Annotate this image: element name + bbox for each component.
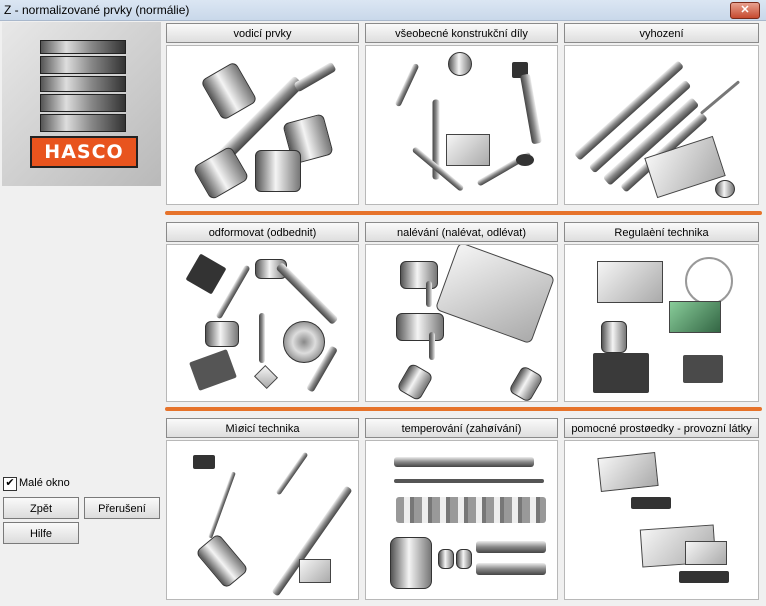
- hasco-logo: HASCO: [2, 22, 161, 186]
- help-button[interactable]: Hilfe: [3, 522, 79, 544]
- category-button-tempering[interactable]: temperování (zahøívání): [365, 418, 558, 438]
- small-window-label: Malé okno: [19, 477, 70, 489]
- window-title: Z - normalizované prvky (normálie): [4, 3, 190, 17]
- category-image-auxiliary-agents[interactable]: [564, 440, 759, 600]
- category-image-tempering[interactable]: [365, 440, 558, 600]
- category-image-guide-elements[interactable]: [166, 45, 359, 205]
- row-separator: [165, 407, 762, 411]
- category-image-measuring-technology[interactable]: [166, 440, 359, 600]
- category-button-guide-elements[interactable]: vodicí prvky: [166, 23, 359, 43]
- mold-icon: [40, 40, 126, 132]
- category-image-pouring[interactable]: [365, 244, 558, 402]
- category-image-demolding[interactable]: [166, 244, 359, 402]
- category-image-ejection[interactable]: [564, 45, 759, 205]
- category-button-ejection[interactable]: vyhození: [564, 23, 759, 43]
- category-image-construction-parts[interactable]: [365, 45, 558, 205]
- category-button-demolding[interactable]: odformovat (odbednit): [166, 222, 359, 242]
- close-button[interactable]: ✕: [730, 2, 760, 19]
- small-window-checkbox[interactable]: ✔: [3, 477, 17, 491]
- back-button[interactable]: Zpět: [3, 497, 79, 519]
- category-button-control-technology[interactable]: Regulaèní technika: [564, 222, 759, 242]
- category-button-pouring[interactable]: nalévání (nalévat, odlévat): [365, 222, 558, 242]
- row-separator: [165, 211, 762, 215]
- category-image-control-technology[interactable]: [564, 244, 759, 402]
- interrupt-button[interactable]: Přerušení: [84, 497, 160, 519]
- category-button-auxiliary-agents[interactable]: pomocné prostøedky - provozní látky: [564, 418, 759, 438]
- logo-text: HASCO: [30, 136, 138, 168]
- category-button-construction-parts[interactable]: všeobecné konstrukční díly: [365, 23, 558, 43]
- title-bar: Z - normalizované prvky (normálie) ✕: [0, 0, 766, 21]
- category-button-measuring-technology[interactable]: Mìøicí technika: [166, 418, 359, 438]
